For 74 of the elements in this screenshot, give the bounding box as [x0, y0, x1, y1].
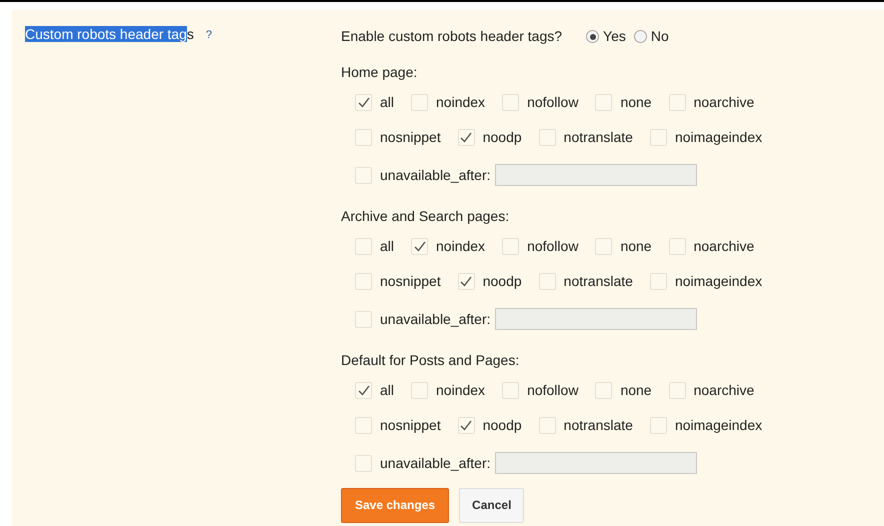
- checkbox[interactable]: [355, 129, 372, 146]
- option-label: noodp: [482, 417, 522, 434]
- checkbox[interactable]: [411, 94, 428, 111]
- option-label: noimageindex: [674, 417, 762, 434]
- option-label: noarchive: [694, 238, 754, 255]
- option-label: unavailable_after:: [380, 310, 491, 328]
- option-label: all: [380, 382, 394, 399]
- checkbox[interactable]: [538, 417, 556, 434]
- checkbox[interactable]: [668, 94, 686, 111]
- date-field[interactable]: [494, 452, 697, 474]
- radio-label: Yes: [603, 28, 626, 45]
- checkbox[interactable]: [411, 238, 428, 255]
- checkbox[interactable]: [355, 454, 372, 472]
- option-label: noodp: [482, 273, 522, 290]
- option-label: none: [620, 94, 652, 111]
- option-label: noarchive: [694, 94, 754, 111]
- option-label: noindex: [436, 238, 486, 255]
- option-label: notranslate: [564, 129, 633, 146]
- checkbox[interactable]: [595, 94, 612, 111]
- option-label: none: [620, 382, 652, 399]
- checkbox[interactable]: [595, 382, 612, 399]
- option-label: nofollow: [527, 94, 578, 111]
- option-label: noarchive: [694, 382, 754, 399]
- option-label: notranslate: [564, 417, 633, 434]
- radio-label: No: [650, 28, 669, 45]
- option-label: noimageindex: [674, 273, 762, 290]
- option-label: noindex: [436, 382, 486, 399]
- cancel-button[interactable]: Cancel: [459, 488, 524, 523]
- checkbox[interactable]: [650, 273, 667, 290]
- checkbox[interactable]: [355, 417, 372, 434]
- checkbox[interactable]: [355, 238, 372, 255]
- checkbox[interactable]: [458, 129, 475, 146]
- checkbox[interactable]: [538, 273, 556, 290]
- checkbox[interactable]: [502, 238, 520, 255]
- option-label: unavailable_after:: [380, 166, 491, 184]
- checkbox[interactable]: [650, 417, 667, 434]
- section-label: Archive and Search pages:: [341, 208, 510, 225]
- option-label: nosnippet: [380, 129, 441, 146]
- date-field[interactable]: [494, 164, 697, 186]
- date-field[interactable]: [494, 308, 697, 330]
- checkbox[interactable]: [650, 129, 667, 146]
- checkbox[interactable]: [355, 310, 372, 328]
- checkbox[interactable]: [355, 273, 372, 290]
- radio-button[interactable]: [634, 30, 647, 43]
- checkbox[interactable]: [355, 166, 372, 184]
- checkbox[interactable]: [668, 238, 686, 255]
- checkbox[interactable]: [411, 382, 428, 399]
- checkbox[interactable]: [458, 273, 475, 290]
- radio-button[interactable]: [586, 30, 600, 43]
- enable-question: Enable custom robots header tags?: [341, 28, 562, 45]
- setting-title: Custom robots header tags: [25, 26, 194, 43]
- checkbox[interactable]: [595, 238, 612, 255]
- option-label: nofollow: [527, 382, 578, 399]
- option-label: unavailable_after:: [380, 454, 491, 472]
- option-label: noodp: [482, 129, 522, 146]
- checkbox[interactable]: [355, 382, 372, 399]
- option-label: all: [380, 94, 394, 111]
- help-link[interactable]: ?: [206, 27, 212, 44]
- section-label: Default for Posts and Pages:: [341, 352, 520, 369]
- option-label: nofollow: [527, 238, 578, 255]
- option-label: nosnippet: [380, 273, 441, 290]
- checkbox[interactable]: [502, 94, 520, 111]
- option-label: noindex: [436, 94, 486, 111]
- checkbox[interactable]: [458, 417, 475, 434]
- checkbox[interactable]: [668, 382, 686, 399]
- option-label: none: [620, 238, 652, 255]
- section-label: Home page:: [341, 64, 418, 81]
- option-label: notranslate: [564, 273, 633, 290]
- option-label: all: [380, 238, 394, 255]
- checkbox[interactable]: [502, 382, 520, 399]
- option-label: noimageindex: [674, 129, 762, 146]
- checkbox[interactable]: [538, 129, 556, 146]
- option-label: nosnippet: [380, 417, 441, 434]
- checkbox[interactable]: [355, 94, 372, 111]
